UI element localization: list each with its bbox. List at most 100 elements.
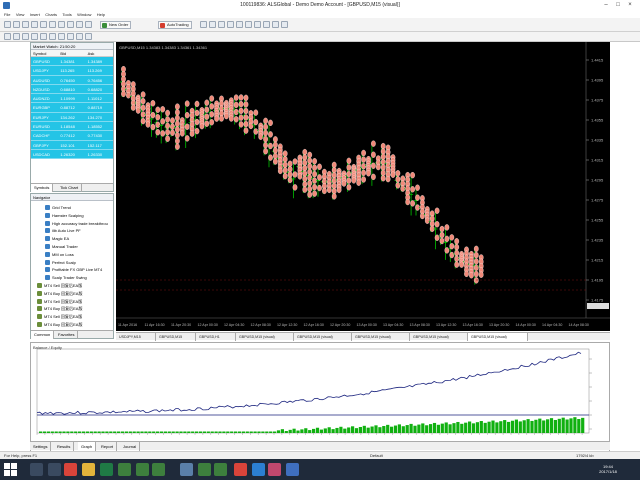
tab-journal[interactable]: Journal: [120, 442, 141, 451]
autoscroll-icon[interactable]: [245, 21, 252, 28]
navigator-item[interactable]: Profitable FX GBP Live MT4: [45, 266, 102, 273]
store-icon[interactable]: [286, 463, 299, 476]
candlestick-icon[interactable]: [209, 21, 216, 28]
metatrader-icon[interactable]: [198, 463, 211, 476]
chart-tab[interactable]: USDJPY,M15: [116, 333, 156, 341]
paint-icon[interactable]: [268, 463, 281, 476]
close-button[interactable]: ×: [624, 1, 636, 10]
cursor-icon[interactable]: [4, 33, 11, 40]
market-watch-row[interactable]: AUDUSD 0.76450 0.76456: [31, 75, 113, 85]
zoom-icon[interactable]: [227, 21, 234, 28]
navigator-item[interactable]: Manual Trader: [45, 243, 78, 250]
navigator-item[interactable]: MT4 Buy 回复后EA版: [37, 305, 82, 312]
tab-settings[interactable]: Settings: [30, 442, 52, 451]
metatrader-icon[interactable]: [118, 463, 131, 476]
horizontal-line-icon[interactable]: [31, 33, 38, 40]
menu-file[interactable]: File: [4, 11, 10, 18]
tab-tick-chart[interactable]: Tick Chart: [57, 184, 83, 192]
chart-tab[interactable]: GBPUSD,M15 (visual): [294, 333, 352, 341]
menu-view[interactable]: View: [16, 11, 25, 18]
strategy-tester-icon[interactable]: [58, 21, 65, 28]
tab-results[interactable]: Results: [54, 442, 75, 451]
market-watch-icon[interactable]: [22, 21, 29, 28]
arrows-icon[interactable]: [85, 33, 92, 40]
navigator-item[interactable]: MT4 Buy 回复后EA版: [37, 290, 82, 297]
menu-insert[interactable]: Insert: [30, 11, 40, 18]
chart-tab[interactable]: GBPUSD,M15 (visual): [468, 333, 528, 341]
navigator-item[interactable]: Grid Trend: [45, 204, 71, 211]
tab-common[interactable]: Common: [31, 331, 55, 339]
profiles-icon[interactable]: [13, 21, 20, 28]
chrome-icon[interactable]: [234, 463, 247, 476]
market-watch-row[interactable]: EURUSD 1.18548 1.18552: [31, 122, 113, 132]
metatrader-icon[interactable]: [136, 463, 149, 476]
navigator-item[interactable]: High accuracy trade breakthrou: [45, 220, 108, 227]
market-watch-row[interactable]: AUDNZD 1.10999 1.11012: [31, 94, 113, 104]
channel-icon[interactable]: [49, 33, 56, 40]
tab-report[interactable]: Report: [98, 442, 118, 451]
tile-windows-icon[interactable]: [236, 21, 243, 28]
navigator-item[interactable]: Scalp Trader Swing: [45, 274, 87, 281]
line-chart-icon[interactable]: [218, 21, 225, 28]
navigator-item[interactable]: MT4 Sell 回复后EA版: [37, 313, 82, 320]
notepad-icon[interactable]: [180, 463, 193, 476]
fibonacci-icon[interactable]: [58, 33, 65, 40]
navigator-item[interactable]: Magic EA: [45, 235, 69, 242]
trendline-icon[interactable]: [40, 33, 47, 40]
new-chart-icon[interactable]: [4, 21, 11, 28]
chart-tab[interactable]: GBPUSD,M15 (visual): [352, 333, 410, 341]
navigator-icon[interactable]: [40, 21, 47, 28]
zoom-out-icon[interactable]: [85, 21, 92, 28]
navigator-item[interactable]: MT4 Buy 回复后EA版: [37, 321, 82, 328]
periods-icon[interactable]: [272, 21, 279, 28]
excel-icon[interactable]: [100, 463, 113, 476]
metatrader-icon[interactable]: [152, 463, 165, 476]
navigator-item[interactable]: Hamster Scalping: [45, 212, 84, 219]
menu-charts[interactable]: Charts: [45, 11, 57, 18]
templates-icon[interactable]: [281, 21, 288, 28]
data-window-icon[interactable]: [31, 21, 38, 28]
column-ask[interactable]: Ask: [86, 50, 113, 56]
tab-symbols[interactable]: Symbols: [31, 184, 54, 192]
crosshair-icon[interactable]: [13, 33, 20, 40]
start-button[interactable]: [4, 463, 17, 476]
market-watch-row[interactable]: USDCAD 1.26320 1.26330: [31, 149, 113, 160]
chart-tab[interactable]: GBPUSD,M15 (visual): [236, 333, 294, 341]
chart-tab[interactable]: GBPUSD,M15: [156, 333, 196, 341]
new-order-button[interactable]: New Order: [100, 21, 132, 29]
minimize-button[interactable]: –: [600, 1, 612, 10]
indicators-icon[interactable]: [263, 21, 270, 28]
autotrading-button[interactable]: AutoTrading: [158, 21, 192, 29]
task-view-icon[interactable]: [48, 463, 61, 476]
navigator-item[interactable]: Perfect Scalp: [45, 259, 76, 266]
taskbar-clock[interactable]: 19:44 2017/1/18: [588, 464, 628, 474]
editor-icon[interactable]: [67, 21, 74, 28]
terminal-icon[interactable]: [49, 21, 56, 28]
menu-window[interactable]: Window: [77, 11, 91, 18]
price-chart[interactable]: 1.4415 1.4395 1.4375 1.4355 1.4335 1.4315 1.42…: [116, 42, 610, 331]
file-explorer-icon[interactable]: [82, 463, 95, 476]
navigator-item[interactable]: MT4 Sell 回复后EA版: [37, 298, 82, 305]
market-watch-row[interactable]: GBPUSD 1.34381 1.34389: [31, 57, 113, 67]
column-symbol[interactable]: Symbol: [31, 50, 58, 56]
metatrader-icon[interactable]: [214, 463, 227, 476]
market-watch-row[interactable]: USDJPY 113.265 113.269: [31, 66, 113, 76]
label-icon[interactable]: [76, 33, 83, 40]
tab-favorites[interactable]: Favorites: [55, 331, 79, 339]
tab-graph[interactable]: Graph: [78, 442, 97, 451]
chart-shift-icon[interactable]: [254, 21, 261, 28]
column-bid[interactable]: Bid: [58, 50, 85, 56]
market-watch-row[interactable]: GBPJPY 152.101 152.117: [31, 140, 113, 150]
vertical-line-icon[interactable]: [22, 33, 29, 40]
market-watch-row[interactable]: EURJPY 134.262 134.270: [31, 112, 113, 123]
menu-help[interactable]: Help: [97, 11, 105, 18]
maximize-button[interactable]: □: [612, 1, 624, 10]
browser-icon[interactable]: [252, 463, 265, 476]
market-watch-row[interactable]: CADCHF 0.77412 0.77430: [31, 131, 113, 141]
text-icon[interactable]: [67, 33, 74, 40]
zoom-in-icon[interactable]: [76, 21, 83, 28]
chart-tab[interactable]: GBPUSD,M15 (visual): [410, 333, 468, 341]
navigator-item[interactable]: ilib Auto Live PF: [45, 227, 81, 234]
bar-chart-icon[interactable]: [200, 21, 207, 28]
chrome-icon[interactable]: [64, 463, 77, 476]
